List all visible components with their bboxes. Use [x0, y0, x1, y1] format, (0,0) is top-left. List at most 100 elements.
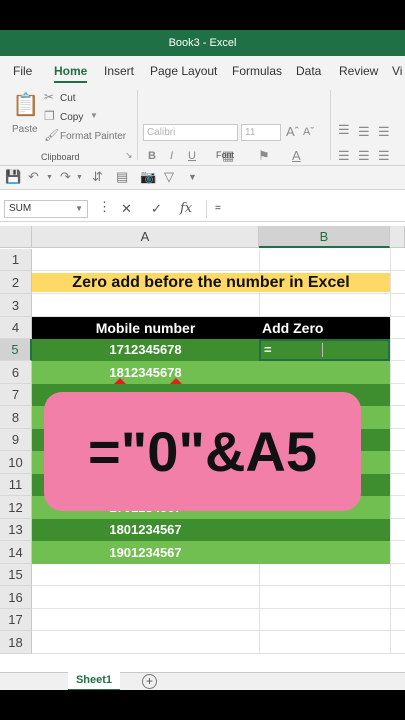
- column-header-next[interactable]: [390, 226, 405, 248]
- row-header[interactable]: 17: [0, 609, 32, 631]
- form-icon[interactable]: ▤: [116, 169, 128, 185]
- cancel-icon[interactable]: ✕: [121, 201, 132, 217]
- filter-icon[interactable]: ▽: [164, 169, 174, 185]
- header-mobile-number[interactable]: Mobile number: [32, 317, 259, 339]
- name-box[interactable]: SUM ▼: [4, 200, 88, 218]
- row-header[interactable]: 11: [0, 474, 32, 496]
- redo-dropdown-icon[interactable]: ▼: [76, 174, 83, 181]
- row-header[interactable]: 10: [0, 451, 32, 474]
- add-zero-cell[interactable]: [259, 541, 390, 564]
- dialog-launcher-icon[interactable]: ↘: [125, 150, 133, 161]
- grid-line: [32, 585, 405, 586]
- select-all-corner[interactable]: [0, 226, 32, 248]
- tab-page-layout[interactable]: Page Layout: [150, 64, 217, 78]
- row-header[interactable]: 3: [0, 294, 32, 317]
- quick-access-toolbar: 💾 ↶ ▼ ↷ ▼ ⇵ ▤ 📷 ▽ ▼: [0, 166, 405, 190]
- clipboard-group-label: Clipboard: [41, 152, 80, 162]
- align-middle-icon[interactable]: ☰: [358, 124, 370, 140]
- formula-overlay-banner: ="0"&A5: [44, 392, 361, 511]
- more-icon[interactable]: ⋮: [98, 199, 111, 215]
- sort-icon[interactable]: ⇵: [92, 169, 103, 185]
- tab-data[interactable]: Data: [296, 64, 321, 78]
- row-header[interactable]: 18: [0, 631, 32, 654]
- grid-line: [32, 293, 405, 294]
- row-header[interactable]: 12: [0, 496, 32, 519]
- align-right-icon[interactable]: ☰: [378, 148, 390, 164]
- copy-icon: ❐: [44, 109, 55, 123]
- mobile-number-cell[interactable]: 1812345678: [32, 361, 259, 384]
- increase-font-icon[interactable]: Aˆ: [286, 124, 299, 139]
- clipboard-icon: 📋: [12, 92, 40, 117]
- mobile-number-cell[interactable]: 1901234567: [32, 541, 259, 564]
- tab-insert[interactable]: Insert: [104, 64, 134, 78]
- ribbon-separator: [137, 90, 138, 160]
- grid-line: [32, 653, 405, 654]
- row-header[interactable]: 8: [0, 406, 32, 429]
- redo-icon[interactable]: ↷: [60, 169, 71, 185]
- save-icon[interactable]: 💾: [5, 169, 21, 185]
- format-painter-button[interactable]: 🖌 Format Painter: [44, 128, 128, 146]
- tab-file[interactable]: File: [13, 64, 32, 78]
- red-arrow-marker: [114, 378, 126, 384]
- bold-button[interactable]: B: [148, 150, 156, 162]
- row-header[interactable]: 7: [0, 384, 32, 406]
- paintbrush-icon: 🖌: [44, 128, 60, 142]
- mobile-number-cell[interactable]: 1712345678: [32, 339, 259, 361]
- cut-label: Cut: [60, 93, 76, 104]
- formula-bar: SUM ▼ ⋮ ✕ ✓ fx =: [0, 196, 405, 222]
- row-header[interactable]: 13: [0, 519, 32, 541]
- row-header[interactable]: 6: [0, 361, 32, 384]
- mobile-number-cell[interactable]: 1801234567: [32, 519, 259, 541]
- customize-toolbar-icon[interactable]: ▼: [188, 172, 197, 182]
- decrease-font-icon[interactable]: Aˇ: [303, 126, 314, 138]
- tab-review[interactable]: Review: [339, 64, 378, 78]
- scissors-icon: ✂: [44, 90, 55, 104]
- tab-view[interactable]: Vi: [392, 64, 402, 78]
- format-painter-label: Format Painter: [60, 131, 127, 142]
- italic-button[interactable]: I: [170, 150, 173, 162]
- insert-function-icon[interactable]: fx: [180, 201, 192, 216]
- excel-window: Book3 - Excel File Home Insert Page Layo…: [0, 30, 405, 690]
- row-header[interactable]: 2: [0, 271, 32, 294]
- camera-icon[interactable]: 📷: [140, 169, 156, 185]
- cut-button[interactable]: ✂ Cut: [44, 90, 104, 108]
- row-header[interactable]: 16: [0, 586, 32, 609]
- sheet-tab-sheet1[interactable]: Sheet1: [68, 672, 120, 690]
- sheet-title-cell[interactable]: Zero add before the number in Excel: [32, 273, 390, 292]
- row-header[interactable]: 1: [0, 249, 32, 271]
- align-center-icon[interactable]: ☰: [358, 148, 370, 164]
- column-header-b[interactable]: B: [259, 226, 390, 248]
- column-header-a[interactable]: A: [32, 226, 259, 248]
- row-header[interactable]: 14: [0, 541, 32, 564]
- tab-home[interactable]: Home: [54, 64, 88, 83]
- underline-button[interactable]: U: [188, 150, 196, 162]
- active-cell-b5[interactable]: =: [259, 339, 390, 361]
- grid-line: [32, 608, 405, 609]
- font-name-select[interactable]: Calibri: [143, 124, 238, 141]
- header-add-zero[interactable]: Add Zero: [259, 317, 390, 339]
- fill-color-icon[interactable]: ⚑: [258, 148, 270, 164]
- undo-dropdown-icon[interactable]: ▼: [46, 174, 53, 181]
- add-zero-cell[interactable]: [259, 519, 390, 541]
- undo-icon[interactable]: ↶: [28, 169, 39, 185]
- add-sheet-button[interactable]: +: [142, 674, 157, 689]
- copy-button[interactable]: ❐ Copy ▼: [44, 109, 114, 127]
- formula-input[interactable]: =: [206, 200, 402, 218]
- row-header[interactable]: 15: [0, 564, 32, 586]
- paste-button[interactable]: 📋 Paste: [8, 90, 40, 140]
- add-zero-cell[interactable]: [259, 361, 390, 384]
- font-size-select[interactable]: 11: [241, 124, 281, 141]
- font-color-icon[interactable]: A: [292, 148, 301, 163]
- chevron-down-icon: ▼: [75, 204, 83, 213]
- row-header[interactable]: 5: [0, 339, 32, 361]
- enter-icon[interactable]: ✓: [151, 201, 162, 217]
- ribbon-separator: [330, 90, 331, 160]
- tab-formulas[interactable]: Formulas: [232, 64, 282, 78]
- align-bottom-icon[interactable]: ☰: [378, 124, 390, 140]
- align-top-icon[interactable]: ☰: [338, 122, 350, 138]
- grid-line: [390, 249, 391, 654]
- window-title: Book3 - Excel: [168, 37, 237, 49]
- row-header[interactable]: 9: [0, 429, 32, 451]
- align-left-icon[interactable]: ☰: [338, 148, 350, 164]
- row-header[interactable]: 4: [0, 317, 32, 339]
